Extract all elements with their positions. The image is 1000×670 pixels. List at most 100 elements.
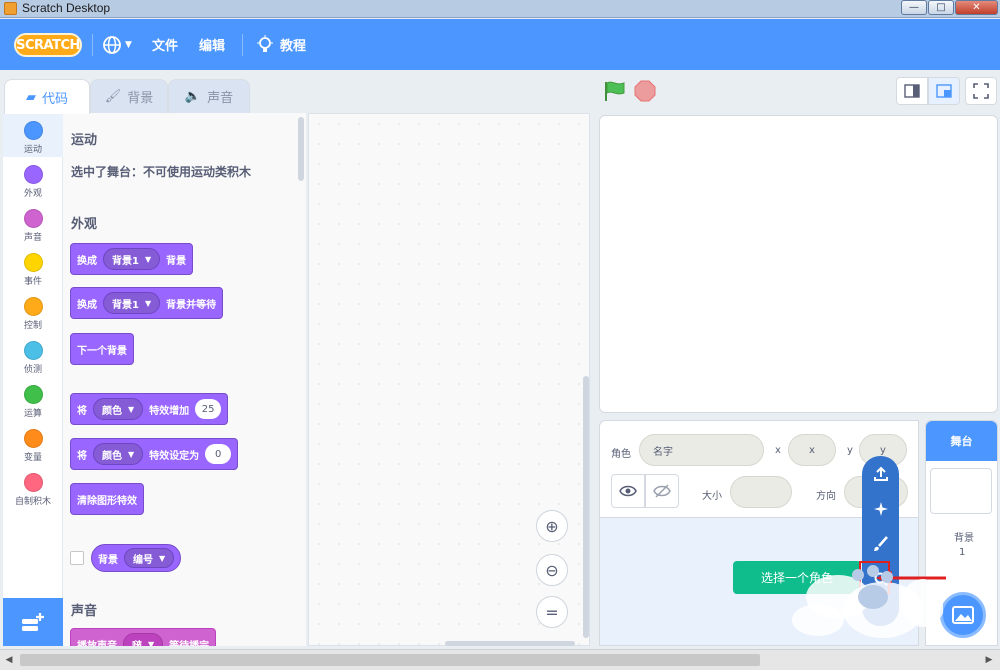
dropdown-value: 颜色 bbox=[102, 450, 122, 462]
zoom-out-button[interactable]: ⊖ bbox=[536, 554, 568, 586]
backdrop-attr-dropdown[interactable]: 编号 ▼ bbox=[124, 548, 175, 568]
edit-menu[interactable]: 编辑 bbox=[199, 19, 225, 70]
tab-backdrops[interactable]: 🖌 背景 bbox=[90, 79, 168, 113]
block-text: 等待播完 bbox=[169, 640, 210, 647]
category-color-dot bbox=[23, 253, 43, 272]
stage-thumbnail[interactable] bbox=[930, 468, 992, 514]
tab-backdrops-label: 背景 bbox=[127, 91, 154, 106]
choose-backdrop-button[interactable] bbox=[940, 592, 986, 638]
x-position-input[interactable]: x bbox=[788, 434, 836, 466]
maximize-window-button[interactable]: □ bbox=[928, 0, 954, 15]
upload-sprite-button[interactable] bbox=[862, 456, 899, 492]
category-variables[interactable]: 变量 bbox=[3, 421, 63, 465]
backdrop-reporter-checkbox[interactable] bbox=[70, 551, 84, 565]
chevron-down-icon: ▼ bbox=[144, 254, 152, 264]
category-sound[interactable]: 声音 bbox=[3, 201, 63, 245]
tutorials-label: 教程 bbox=[280, 39, 307, 54]
tab-sounds-label: 声音 bbox=[207, 91, 234, 106]
backdrop-number-reporter[interactable]: 背景 编号 ▼ bbox=[91, 544, 182, 572]
backdrops-count: 1 bbox=[959, 547, 966, 558]
set-effect-block[interactable]: 将 颜色 ▼ 特效设定为 0 bbox=[70, 438, 239, 470]
palette-scrollbar[interactable] bbox=[298, 117, 304, 181]
category-my-blocks[interactable]: 自制积木 bbox=[3, 465, 63, 509]
large-stage-button[interactable] bbox=[928, 77, 960, 105]
block-text: 下一个背景 bbox=[77, 345, 127, 357]
category-label: 事件 bbox=[23, 277, 42, 287]
language-menu[interactable]: ▼ bbox=[102, 19, 132, 70]
window-title-bar: Scratch Desktop — □ ✕ bbox=[0, 0, 1000, 18]
menu-divider bbox=[242, 34, 243, 56]
chevron-down-icon: ▼ bbox=[144, 298, 152, 308]
zoom-reset-icon: = bbox=[545, 602, 559, 622]
backdrop-dropdown[interactable]: 背景1 ▼ bbox=[103, 248, 161, 270]
script-area-horizontal-scrollbar[interactable] bbox=[445, 641, 575, 646]
zoom-reset-button[interactable]: = bbox=[536, 596, 568, 628]
category-operators[interactable]: 运算 bbox=[3, 377, 63, 421]
effect-set-input[interactable]: 0 bbox=[205, 444, 232, 464]
green-flag-button[interactable] bbox=[603, 80, 627, 105]
file-menu[interactable]: 文件 bbox=[152, 19, 178, 70]
category-color-dot bbox=[23, 121, 43, 140]
stop-button[interactable] bbox=[634, 80, 656, 105]
stage-canvas[interactable] bbox=[599, 115, 998, 413]
category-label: 运动 bbox=[23, 145, 42, 155]
scratch-logo[interactable]: SCRATCH bbox=[14, 33, 82, 57]
tab-code[interactable]: ▰ 代码 bbox=[4, 79, 90, 114]
motion-disabled-note: 选中了舞台：不可使用运动类积木 bbox=[71, 165, 252, 179]
category-looks[interactable]: 外观 bbox=[3, 157, 63, 201]
window-horizontal-scrollbar[interactable]: ◀ ▶ bbox=[0, 649, 1000, 670]
chevron-down-icon: ▼ bbox=[128, 404, 135, 414]
change-effect-block[interactable]: 将 颜色 ▼ 特效增加 25 bbox=[70, 393, 229, 425]
category-label: 声音 bbox=[23, 233, 42, 243]
switch-backdrop-and-wait-block[interactable]: 换成 背景1 ▼ 背景并等待 bbox=[70, 287, 224, 319]
surprise-sprite-button[interactable] bbox=[862, 491, 899, 527]
add-extension-button[interactable] bbox=[3, 598, 63, 646]
fullscreen-button[interactable] bbox=[965, 77, 997, 105]
tutorials-menu[interactable]: 教程 bbox=[256, 19, 306, 70]
effect-dropdown[interactable]: 颜色 ▼ bbox=[93, 398, 144, 420]
close-window-button[interactable]: ✕ bbox=[955, 0, 998, 15]
scroll-left-icon[interactable]: ◀ bbox=[2, 653, 16, 667]
block-text: 背景 bbox=[166, 255, 187, 267]
script-area-vertical-scrollbar[interactable] bbox=[583, 376, 589, 638]
motion-heading: 运动 bbox=[71, 133, 98, 148]
hide-sprite-button[interactable] bbox=[645, 474, 679, 508]
category-color-dot bbox=[23, 385, 43, 404]
horizontal-scroll-thumb[interactable] bbox=[20, 654, 760, 666]
tab-code-label: 代码 bbox=[41, 91, 68, 107]
show-sprite-button[interactable] bbox=[611, 474, 645, 508]
effect-change-input[interactable]: 25 bbox=[195, 399, 222, 419]
sound-dropdown[interactable]: 啵 ▼ bbox=[123, 633, 164, 646]
next-backdrop-block[interactable]: 下一个背景 bbox=[70, 333, 134, 365]
scroll-right-icon[interactable]: ▶ bbox=[982, 653, 996, 667]
looks-heading: 外观 bbox=[71, 217, 98, 232]
category-sensing[interactable]: 侦测 bbox=[3, 333, 63, 377]
zoom-in-button[interactable]: ⊕ bbox=[536, 510, 568, 542]
category-label: 自制积木 bbox=[14, 497, 51, 507]
clear-effects-block[interactable]: 清除图形特效 bbox=[70, 483, 144, 515]
switch-backdrop-block[interactable]: 换成 背景1 ▼ 背景 bbox=[70, 243, 194, 275]
play-sound-until-done-block[interactable]: 播放声音 啵 ▼ 等待播完 bbox=[70, 628, 217, 647]
sprite-name-input[interactable]: 名字 bbox=[639, 434, 764, 466]
script-area[interactable]: ⊕ ⊖ = bbox=[308, 113, 590, 646]
category-color-dot bbox=[23, 165, 43, 184]
backdrop-dropdown[interactable]: 背景1 ▼ bbox=[103, 292, 161, 314]
category-events[interactable]: 事件 bbox=[3, 245, 63, 289]
minimize-window-button[interactable]: — bbox=[901, 0, 927, 15]
size-input[interactable] bbox=[730, 476, 792, 508]
tab-sounds[interactable]: 🔈 声音 bbox=[168, 79, 250, 113]
category-label: 外观 bbox=[23, 189, 42, 199]
category-color-dot bbox=[23, 473, 43, 492]
block-text: 背景并等待 bbox=[166, 299, 217, 311]
small-stage-button[interactable] bbox=[896, 77, 928, 105]
effect-dropdown[interactable]: 颜色 ▼ bbox=[93, 443, 144, 465]
category-label: 侦测 bbox=[23, 365, 42, 375]
category-motion[interactable]: 运动 bbox=[3, 113, 63, 157]
close-icon: ✕ bbox=[972, 2, 981, 13]
block-text: 换成 bbox=[77, 299, 97, 311]
category-control[interactable]: 控制 bbox=[3, 289, 63, 333]
y-label: y bbox=[847, 445, 853, 456]
globe-icon bbox=[103, 35, 121, 54]
code-icon: ▰ bbox=[25, 89, 36, 105]
sparkle-icon bbox=[873, 502, 888, 516]
